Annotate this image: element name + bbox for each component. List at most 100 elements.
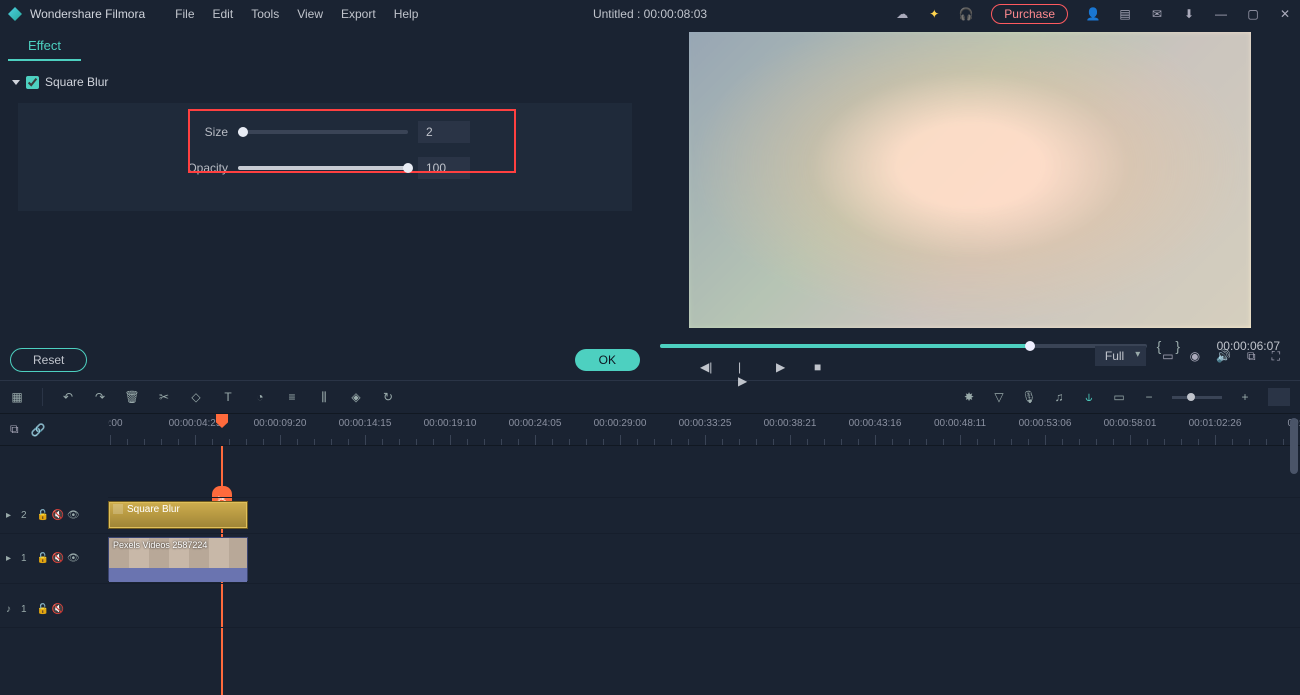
snapshot-icon[interactable]: ◉ (1190, 349, 1200, 363)
opacity-slider[interactable] (238, 166, 408, 170)
link-icon[interactable]: 🔗 (31, 423, 46, 437)
ruler-label: 00:00:58:01 (1104, 418, 1157, 429)
audio-sync-icon[interactable]: ♫ (1052, 390, 1066, 404)
timeline-tracks[interactable]: 00:0000:00:04:2500:00:09:2000:00:14:1500… (108, 414, 1300, 695)
voiceover-icon[interactable]: 🎙 (1022, 390, 1036, 404)
track-head-fx[interactable]: ▸2 🔓 🔇 👁 (0, 498, 108, 534)
marker-add-icon[interactable]: ▽ (992, 390, 1006, 404)
effect-clip-label: Square Blur (127, 504, 180, 526)
purchase-button[interactable]: Purchase (991, 4, 1068, 24)
track-head-video[interactable]: ▸1 🔓 🔇 👁 (0, 534, 108, 584)
text-icon[interactable]: T (221, 390, 235, 404)
fullscreen-icon[interactable]: ⛶ (1272, 349, 1280, 364)
effect-params: Size 2 Opacity 100 (18, 103, 632, 211)
volume-icon[interactable]: 🔊 (1216, 349, 1231, 363)
track-headers: ⧉ 🔗 ▸2 🔓 🔇 👁 ▸1 🔓 🔇 👁 ♪1 🔓 🔇 (0, 414, 108, 695)
next-frame-icon[interactable]: |▶ (738, 360, 750, 372)
main-menu: File Edit Tools View Export Help (175, 7, 418, 21)
timeline: ⧉ 🔗 ▸2 🔓 🔇 👁 ▸1 🔓 🔇 👁 ♪1 🔓 🔇 00:00 00:00:… (0, 414, 1300, 695)
ruler-label: 00:00 (108, 418, 123, 429)
maximize-icon[interactable]: ▢ (1246, 7, 1260, 21)
audio-track[interactable] (108, 592, 1300, 628)
titlebar: Wondershare Filmora File Edit Tools View… (0, 0, 1300, 28)
ok-button[interactable]: OK (575, 349, 640, 371)
ruler-label: 00:00:43:16 (849, 418, 902, 429)
time-ruler[interactable]: 00:0000:00:04:2500:00:09:2000:00:14:1500… (108, 414, 1300, 446)
menu-edit[interactable]: Edit (213, 7, 234, 21)
ruler-label: 00:00:33:25 (679, 418, 732, 429)
star-icon (113, 504, 123, 514)
ratio-icon[interactable]: ▭ (1112, 390, 1126, 404)
zoom-in-icon[interactable]: + (1238, 390, 1252, 404)
duplicate-icon[interactable]: ⧉ (10, 422, 19, 437)
ruler-label: 00:00:38:21 (764, 418, 817, 429)
speed-icon[interactable]: ◔ (253, 390, 267, 404)
effect-clip[interactable]: Square Blur (108, 501, 248, 529)
keyframe-icon[interactable]: ◈ (349, 390, 363, 404)
zoom-out-icon[interactable]: − (1142, 390, 1156, 404)
timeline-toolbar: ▦ ↶ ↷ 🗑 ✂ ◇ T ◔ ≡ ⫼ ◈ ↻ ✸ ▽ 🎙 ♫ ⫝ ▭ − + (0, 380, 1300, 414)
zoom-slider[interactable] (1172, 396, 1222, 399)
tips-icon[interactable]: ✦ (927, 7, 941, 21)
audio-adjust-icon[interactable]: ⫼ (317, 390, 331, 404)
effect-enable-checkbox[interactable] (26, 76, 39, 89)
prev-frame-icon[interactable]: ◀| (700, 360, 712, 372)
cloud-icon[interactable]: ☁ (895, 7, 909, 21)
ruler-label: 00:01:02:26 (1189, 418, 1242, 429)
vertical-scrollbar[interactable] (1290, 418, 1298, 474)
opacity-label: Opacity (28, 161, 228, 175)
ruler-label: 00:00:53:06 (1019, 418, 1072, 429)
ruler-label: 00:00:48:11 (934, 418, 986, 429)
effect-panel: Effect Square Blur Size 2 Opacity 100 Re… (0, 28, 650, 380)
track-head-audio[interactable]: ♪1 🔓 🔇 (0, 592, 108, 628)
quality-select[interactable]: Full (1095, 346, 1146, 366)
delete-icon[interactable]: 🗑 (125, 390, 139, 404)
ruler-label: 00:00:29:00 (594, 418, 647, 429)
ruler-label: 00:00:04:25 (169, 418, 222, 429)
size-value[interactable]: 2 (418, 121, 470, 143)
stop-icon[interactable]: ■ (814, 360, 826, 372)
video-preview[interactable] (689, 32, 1251, 328)
reset-button[interactable]: Reset (10, 348, 87, 372)
render-icon[interactable]: ↻ (381, 390, 395, 404)
tab-effect[interactable]: Effect (8, 28, 81, 61)
preview-scrubber[interactable] (660, 344, 1147, 348)
layout-icon[interactable]: ▦ (10, 390, 24, 404)
video-track[interactable]: Pexels Videos 2587224 (108, 534, 1300, 584)
pip-icon[interactable]: ⧉ (1247, 349, 1256, 364)
message-icon[interactable]: ✉ (1150, 7, 1164, 21)
undo-icon[interactable]: ↶ (61, 390, 75, 404)
opacity-value[interactable]: 100 (418, 157, 470, 179)
menu-view[interactable]: View (297, 7, 323, 21)
size-label: Size (28, 125, 228, 139)
account-icon[interactable]: 👤 (1086, 7, 1100, 21)
menu-help[interactable]: Help (394, 7, 419, 21)
adjust-icon[interactable]: ≡ (285, 390, 299, 404)
menu-export[interactable]: Export (341, 7, 376, 21)
ruler-label: 00:00:09:20 (254, 418, 307, 429)
collapse-icon[interactable] (12, 80, 20, 85)
display-icon[interactable]: ▭ (1162, 349, 1173, 363)
crop-icon[interactable]: ◇ (189, 390, 203, 404)
fx-track[interactable]: Square Blur (108, 498, 1300, 534)
app-name: Wondershare Filmora (30, 7, 145, 21)
minimize-icon[interactable]: — (1214, 7, 1228, 21)
redo-icon[interactable]: ↷ (93, 390, 107, 404)
menu-tools[interactable]: Tools (251, 7, 279, 21)
play-icon[interactable]: ▶ (776, 360, 788, 372)
zoom-fit-icon[interactable] (1268, 388, 1290, 406)
effect-header[interactable]: Square Blur (0, 61, 650, 97)
video-clip[interactable]: Pexels Videos 2587224 (108, 537, 248, 581)
snap-icon[interactable]: ⫝ (1082, 390, 1096, 404)
mixer-icon[interactable]: ✸ (962, 390, 976, 404)
ruler-label: 00:00:19:10 (424, 418, 477, 429)
menu-file[interactable]: File (175, 7, 194, 21)
close-icon[interactable]: ✕ (1278, 7, 1292, 21)
size-slider[interactable] (238, 130, 408, 134)
support-icon[interactable]: 🎧 (959, 7, 973, 21)
split-icon[interactable]: ✂ (157, 390, 171, 404)
download-icon[interactable]: ⬇ (1182, 7, 1196, 21)
save-icon[interactable]: ▤ (1118, 7, 1132, 21)
effect-name: Square Blur (45, 75, 108, 89)
ruler-label: 00:00:24:05 (509, 418, 562, 429)
